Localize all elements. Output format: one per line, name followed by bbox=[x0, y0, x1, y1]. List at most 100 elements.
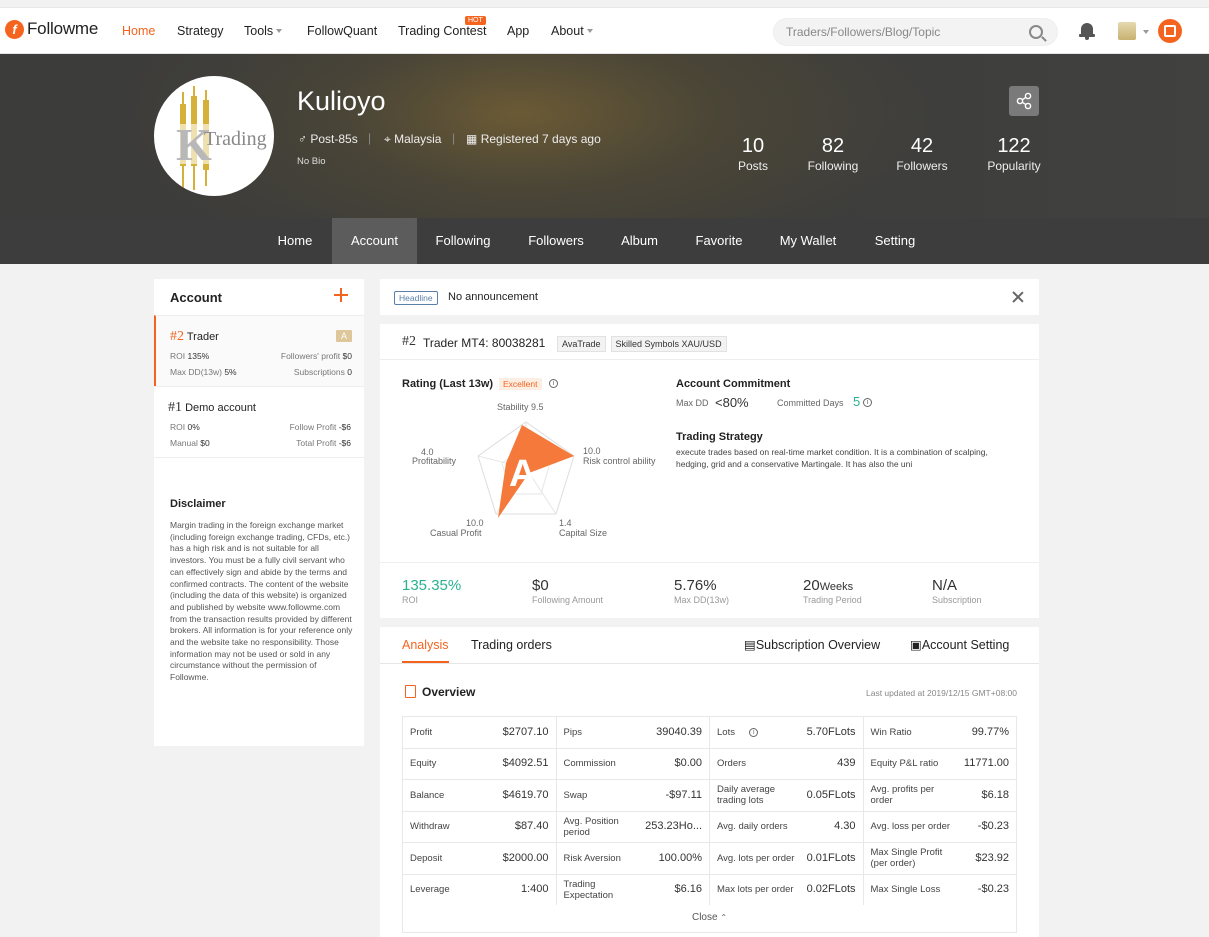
cell-value: 253.23Ho... bbox=[645, 820, 702, 833]
stat-value: 42 bbox=[910, 135, 934, 157]
cell-label: Equity bbox=[410, 758, 437, 770]
stat-label: Posts bbox=[737, 159, 768, 173]
info-icon[interactable]: i bbox=[749, 727, 759, 737]
metric-label: Max DD(13w) bbox=[674, 595, 730, 605]
nav-followquant[interactable]: FollowQuant bbox=[307, 24, 377, 38]
nav-app[interactable]: App bbox=[507, 24, 529, 38]
account-item-demo[interactable]: #1 Demo account ROI 0% Follow Profit -$6… bbox=[154, 386, 364, 457]
followme-logo-icon: f bbox=[5, 19, 24, 39]
account-setting-button[interactable]: ▣Account Setting bbox=[910, 637, 1009, 652]
follow-profit-line: Follow Profit -$6 bbox=[290, 422, 351, 432]
nav-about-label: About bbox=[551, 24, 584, 38]
fp-value: -$6 bbox=[338, 422, 351, 432]
subscription-overview-button[interactable]: ▤Subscription Overview bbox=[744, 637, 880, 652]
share-button[interactable] bbox=[1009, 86, 1039, 116]
cell-label: Equity P&L ratio bbox=[870, 758, 939, 770]
metric-value: 5.76% bbox=[674, 577, 717, 594]
table-cell: Daily average trading lots 0.05FLots bbox=[709, 779, 864, 812]
cell-value: 99.77% bbox=[971, 725, 1009, 738]
radar-capital-value: 1.4 bbox=[559, 518, 572, 528]
table-cell: Equity $4092.51 bbox=[402, 747, 557, 780]
roi-key: ROI bbox=[170, 422, 186, 432]
hot-badge: HOT bbox=[465, 16, 486, 25]
cell-value: $23.92 bbox=[975, 851, 1009, 864]
committed-days-key: Committed Days bbox=[777, 398, 844, 408]
stat-followers[interactable]: 42 Followers bbox=[892, 134, 952, 173]
followme-logo[interactable]: f Followme bbox=[5, 19, 98, 39]
nav-strategy[interactable]: Strategy bbox=[177, 24, 224, 38]
stat-following[interactable]: 82 Following bbox=[803, 134, 863, 173]
roi-line: ROI 0% bbox=[170, 422, 200, 432]
search-icon[interactable] bbox=[1029, 25, 1043, 39]
metric-maxdd: 5.76% Max DD(13w) bbox=[674, 577, 729, 605]
bell-icon[interactable] bbox=[1079, 22, 1095, 40]
cell-content: Avg. lots per order 0.01FLots bbox=[717, 852, 856, 864]
table-row: Balance $4619.70 Swap -$97.11 Daily average … bbox=[402, 779, 1017, 812]
cell-label: Swap bbox=[563, 789, 588, 801]
cell-value: 1:400 bbox=[520, 883, 549, 896]
nav-tools[interactable]: Tools bbox=[244, 24, 283, 38]
account-number: #1 bbox=[168, 400, 182, 415]
table-cell: Commission $0.00 bbox=[555, 747, 710, 780]
subnav-favorite[interactable]: Favorite bbox=[686, 218, 752, 264]
share-icon bbox=[1016, 92, 1032, 110]
calendar-icon: ▦ bbox=[466, 132, 478, 146]
user-avatar-icon[interactable] bbox=[1118, 22, 1136, 40]
account-name: Trader bbox=[186, 331, 219, 343]
nav-tools-label: Tools bbox=[244, 24, 274, 38]
table-row: Profit $2707.10 Pips 39040.39 Lots i 5.70FLots… bbox=[402, 716, 1017, 749]
cell-label: Avg. daily orders bbox=[717, 821, 788, 833]
strategy-text: execute trades based on real-time market… bbox=[676, 447, 988, 469]
subnav-setting[interactable]: Setting bbox=[862, 218, 928, 264]
table-cell: Balance $4619.70 bbox=[402, 779, 557, 812]
metric-value: N/A bbox=[932, 577, 958, 594]
stat-label: Followers bbox=[896, 159, 948, 173]
stat-posts[interactable]: 10 Posts bbox=[728, 134, 778, 173]
account-title: #2 Trader bbox=[170, 329, 219, 345]
cell-content: Avg. daily orders 4.30 bbox=[717, 821, 856, 833]
close-icon[interactable] bbox=[1012, 291, 1024, 303]
document-icon: ▤ bbox=[744, 638, 756, 652]
cell-label: Risk Aversion bbox=[563, 852, 621, 864]
info-icon[interactable]: i bbox=[863, 398, 872, 407]
subnav-following[interactable]: Following bbox=[425, 218, 501, 264]
committed-days-value: 5 bbox=[853, 394, 861, 409]
skilled-symbols-tag: Skilled Symbols XAU/USD bbox=[610, 336, 727, 352]
post-edit-icon[interactable] bbox=[1158, 19, 1182, 43]
fp-key: Followers' profit bbox=[280, 351, 341, 361]
subnav-my-wallet[interactable]: My Wallet bbox=[770, 218, 846, 264]
cell-label: Profit bbox=[410, 726, 433, 738]
radar-stability: Stability 9.5 bbox=[497, 402, 544, 412]
subnav-followers[interactable]: Followers bbox=[515, 218, 597, 264]
close-overview-button[interactable]: Close ⌃ bbox=[402, 905, 1017, 933]
profile-bio: No Bio bbox=[297, 156, 326, 167]
add-account-icon[interactable] bbox=[334, 288, 348, 302]
subnav-album[interactable]: Album bbox=[612, 218, 667, 264]
settings-card-icon: ▣ bbox=[910, 638, 922, 652]
cell-content: Equity P&L ratio 11771.00 bbox=[870, 758, 1010, 770]
post-text: Post-85s bbox=[310, 132, 358, 146]
metric-subscription: N/A Subscription bbox=[932, 577, 982, 605]
account-item-trader[interactable]: #2 Trader A ROI 135% Followers' profit $… bbox=[154, 315, 364, 386]
profile-avatar[interactable]: K Trading bbox=[154, 76, 274, 196]
nav-home[interactable]: Home bbox=[122, 24, 155, 38]
dd-key: Max DD(13w) bbox=[170, 367, 222, 377]
chevron-down-icon[interactable] bbox=[1143, 30, 1149, 34]
info-icon[interactable]: i bbox=[549, 379, 558, 388]
disclaimer-title: Disclaimer bbox=[170, 498, 226, 510]
cell-label: Balance bbox=[410, 789, 445, 801]
radar-casual-label: Casual Profit bbox=[430, 528, 482, 538]
table-cell: Deposit $2000.00 bbox=[402, 842, 557, 875]
tab-analysis[interactable]: Analysis bbox=[402, 638, 449, 663]
search-input[interactable] bbox=[786, 25, 1016, 39]
subnav-home[interactable]: Home bbox=[262, 218, 328, 264]
nav-about[interactable]: About bbox=[551, 24, 593, 38]
maxdd-line: Max DD(13w) 5% bbox=[170, 367, 237, 377]
maxdd-value: <80% bbox=[715, 395, 749, 410]
cell-content: Trading Expectation $6.16 bbox=[564, 879, 703, 901]
stat-popularity[interactable]: 122 Popularity bbox=[984, 134, 1044, 173]
nav-trading-contest[interactable]: Trading Contest bbox=[398, 24, 486, 38]
tab-trading-orders[interactable]: Trading orders bbox=[471, 638, 552, 652]
subnav-account[interactable]: Account bbox=[332, 218, 417, 264]
subscriptions-line: Subscriptions 0 bbox=[294, 367, 352, 377]
